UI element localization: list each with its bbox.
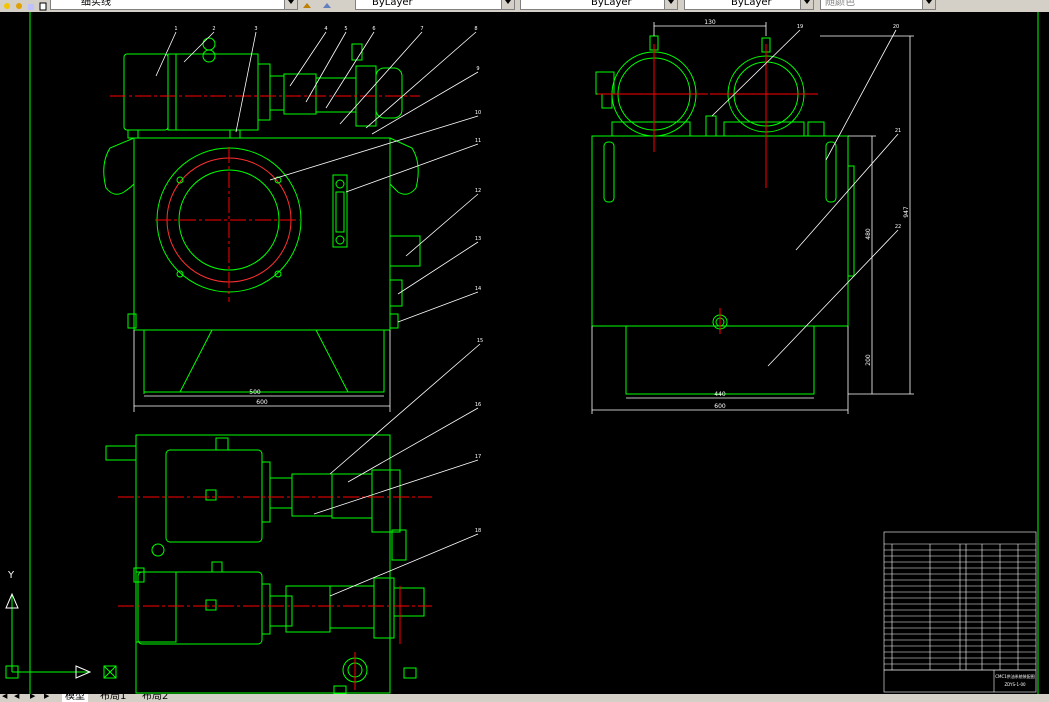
tab-layout2[interactable]: 布局2 bbox=[142, 694, 168, 702]
balloon-label: 14 bbox=[475, 286, 481, 292]
balloon-label: 19 bbox=[797, 24, 803, 30]
balloon-label: 16 bbox=[475, 402, 481, 408]
layout-tab-bar: ◀ ◀ ▶ ▶ 模型 布局1 布局2 bbox=[0, 694, 1049, 702]
dim-side-inner: 440 bbox=[714, 391, 726, 398]
dim-side-height-lower: 200 bbox=[865, 354, 872, 366]
centerlines bbox=[110, 44, 818, 690]
chevron-down-icon[interactable] bbox=[284, 0, 297, 9]
last-tab-icon[interactable]: ▶ bbox=[44, 694, 51, 701]
balloon-label: 13 bbox=[475, 236, 481, 242]
linetype-control-value: ByLayer bbox=[591, 0, 632, 8]
freeze-icon[interactable] bbox=[14, 0, 24, 9]
dim-front-inner: 500 bbox=[249, 389, 261, 396]
balloon-label: 7 bbox=[420, 26, 423, 32]
dim-side-top: 130 bbox=[704, 19, 716, 26]
ucs-arrows bbox=[5, 592, 92, 679]
prev-tab-icon[interactable]: ◀ bbox=[14, 694, 21, 701]
balloon-label: 18 bbox=[475, 528, 481, 534]
title-block-drawing-no: ZDYS-1-00 bbox=[1004, 682, 1026, 687]
tab-model[interactable]: 模型 bbox=[62, 694, 88, 702]
top-view bbox=[105, 434, 425, 694]
plotstyle-control-value: 随颜色 bbox=[825, 0, 855, 8]
dim-side-height-upper: 480 bbox=[865, 228, 872, 240]
next-tab-icon[interactable]: ▶ bbox=[30, 694, 37, 701]
chevron-down-icon[interactable] bbox=[501, 0, 514, 9]
leader-lines bbox=[155, 29, 899, 597]
dim-side-height-total: 947 bbox=[903, 206, 910, 218]
chevron-down-icon[interactable] bbox=[800, 0, 813, 9]
drawing-canvas[interactable]: 500 600 440 600 130 480 200 947 12345678… bbox=[0, 12, 1049, 694]
balloon-label: 5 bbox=[344, 26, 347, 32]
layer-color-icon[interactable] bbox=[38, 0, 48, 11]
balloon-label: 12 bbox=[475, 188, 481, 194]
balloon-label: 2 bbox=[212, 26, 215, 32]
title-block bbox=[883, 531, 1037, 693]
dim-side-outer: 600 bbox=[714, 403, 726, 410]
ucs-y-label: Y bbox=[7, 570, 15, 581]
dim-front-outer: 600 bbox=[256, 399, 268, 406]
balloon-label: 17 bbox=[475, 454, 481, 460]
chevron-down-icon[interactable] bbox=[922, 0, 935, 9]
plotstyle-control-dropdown[interactable]: 随颜色 bbox=[820, 0, 936, 10]
balloon-label: 20 bbox=[893, 24, 899, 30]
front-view bbox=[103, 37, 421, 394]
balloon-label: 8 bbox=[474, 26, 477, 32]
sun-icon[interactable] bbox=[2, 0, 12, 9]
lock-icon[interactable] bbox=[26, 0, 36, 10]
dimension-lines bbox=[133, 22, 914, 414]
ucs-icon bbox=[5, 594, 117, 679]
balloon-label: 15 bbox=[477, 338, 483, 344]
balloon-label: 9 bbox=[476, 66, 479, 72]
make-current-layer-icon[interactable] bbox=[302, 0, 312, 9]
balloon-labels: 1 2 3 4 5 6 7 8910111213141516171819 202122 bbox=[174, 24, 901, 534]
chevron-down-icon[interactable] bbox=[664, 0, 677, 9]
tab-layout1[interactable]: 布局1 bbox=[100, 694, 126, 702]
balloon-label: 3 bbox=[254, 26, 257, 32]
color-control-value: ByLayer bbox=[372, 0, 413, 8]
layer-control-dropdown[interactable]: 细实线 bbox=[50, 0, 298, 10]
linetype-control-dropdown[interactable]: ByLayer bbox=[520, 0, 678, 10]
balloon-label: 1 bbox=[174, 26, 177, 32]
balloon-label: 4 bbox=[324, 26, 327, 32]
layer-name: 细实线 bbox=[81, 0, 111, 8]
first-tab-icon[interactable]: ◀ bbox=[2, 694, 9, 701]
title-block-title: CMC1供油系统装配图 bbox=[995, 673, 1035, 679]
color-control-dropdown[interactable]: ByLayer bbox=[355, 0, 515, 10]
side-view bbox=[591, 35, 855, 395]
lineweight-control-value: ByLayer bbox=[731, 0, 772, 8]
layer-previous-icon[interactable] bbox=[322, 0, 332, 9]
balloon-label: 11 bbox=[475, 138, 481, 144]
properties-toolbar: 细实线 ByLayer ByLayer ByLayer 随颜色 bbox=[0, 0, 1049, 12]
balloon-label: 21 bbox=[895, 128, 901, 134]
lineweight-control-dropdown[interactable]: ByLayer bbox=[684, 0, 814, 10]
balloon-label: 22 bbox=[895, 224, 901, 230]
balloon-label: 6 bbox=[372, 26, 375, 32]
balloon-label: 10 bbox=[475, 110, 481, 116]
